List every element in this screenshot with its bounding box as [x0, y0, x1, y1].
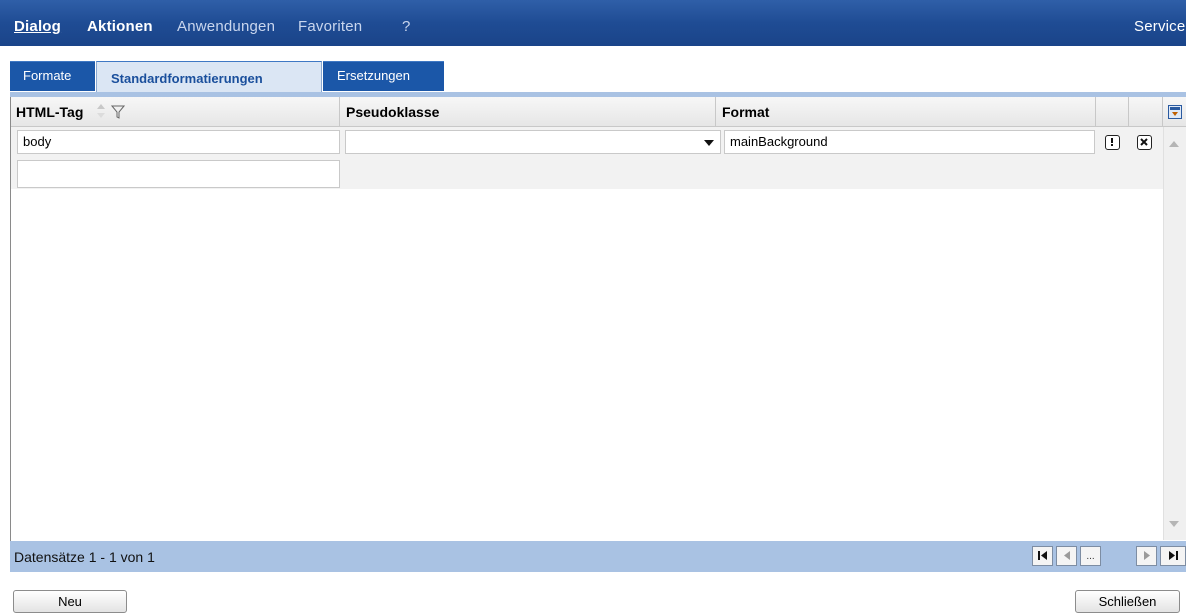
new-button[interactable]: Neu — [13, 590, 127, 613]
scroll-down-icon[interactable] — [1169, 521, 1179, 527]
column-header-action-2 — [1129, 97, 1163, 127]
pseudoklasse-select[interactable] — [345, 130, 721, 154]
previous-page-button[interactable] — [1056, 546, 1077, 566]
menu-bar: Dialog Aktionen Anwendungen Favoriten ? … — [0, 0, 1186, 46]
column-header-html-tag[interactable]: HTML-Tag — [11, 97, 340, 127]
record-count: Datensätze 1 - 1 von 1 — [14, 549, 155, 565]
chevron-down-icon[interactable] — [704, 140, 714, 146]
html-tag-input[interactable]: body — [17, 130, 340, 154]
warning-icon[interactable] — [1105, 135, 1120, 150]
column-header-html-tag-label: HTML-Tag — [16, 104, 84, 120]
last-page-icon — [1168, 551, 1178, 560]
table-row-new — [11, 158, 1163, 189]
column-header-pseudoklasse[interactable]: Pseudoklasse — [340, 97, 716, 127]
menu-help[interactable]: ? — [402, 18, 411, 35]
next-page-button[interactable] — [1136, 546, 1157, 566]
vertical-scrollbar[interactable] — [1163, 127, 1186, 540]
first-page-icon — [1038, 551, 1047, 560]
delete-icon[interactable] — [1137, 135, 1152, 150]
previous-page-icon — [1063, 551, 1070, 560]
first-page-button[interactable] — [1032, 546, 1053, 566]
menu-favoriten[interactable]: Favoriten — [298, 18, 362, 35]
column-chooser-icon[interactable] — [1168, 105, 1182, 119]
menu-aktionen[interactable]: Aktionen — [87, 18, 153, 35]
table-row: body mainBackground — [11, 127, 1163, 158]
tab-standardformatierungen[interactable]: Standardformatierungen — [96, 61, 322, 92]
last-page-button[interactable] — [1160, 546, 1186, 566]
format-input[interactable]: mainBackground — [724, 130, 1095, 154]
page-more-button[interactable]: ... — [1080, 546, 1101, 566]
scroll-up-icon[interactable] — [1169, 141, 1179, 147]
column-header-action-1 — [1096, 97, 1129, 127]
menu-service[interactable]: Service — [1134, 18, 1185, 35]
grid-footer: Datensätze 1 - 1 von 1 ... — [10, 541, 1186, 572]
menu-dialog[interactable]: Dialog — [14, 18, 61, 35]
grid-header: HTML-Tag Pseudoklasse Format — [11, 97, 1186, 127]
tab-ersetzungen[interactable]: Ersetzungen — [323, 61, 444, 91]
data-grid: HTML-Tag Pseudoklasse Format body mainBa… — [10, 97, 1186, 541]
new-html-tag-input[interactable] — [17, 160, 340, 188]
sort-icon[interactable] — [95, 102, 107, 120]
menu-dialog-label: Dialog — [14, 18, 62, 35]
column-header-format[interactable]: Format — [716, 97, 1096, 127]
menu-anwendungen[interactable]: Anwendungen — [177, 18, 275, 35]
tab-formate[interactable]: Formate — [10, 61, 95, 91]
next-page-icon — [1143, 551, 1150, 560]
close-button[interactable]: Schließen — [1075, 590, 1180, 613]
filter-icon[interactable] — [111, 105, 125, 119]
